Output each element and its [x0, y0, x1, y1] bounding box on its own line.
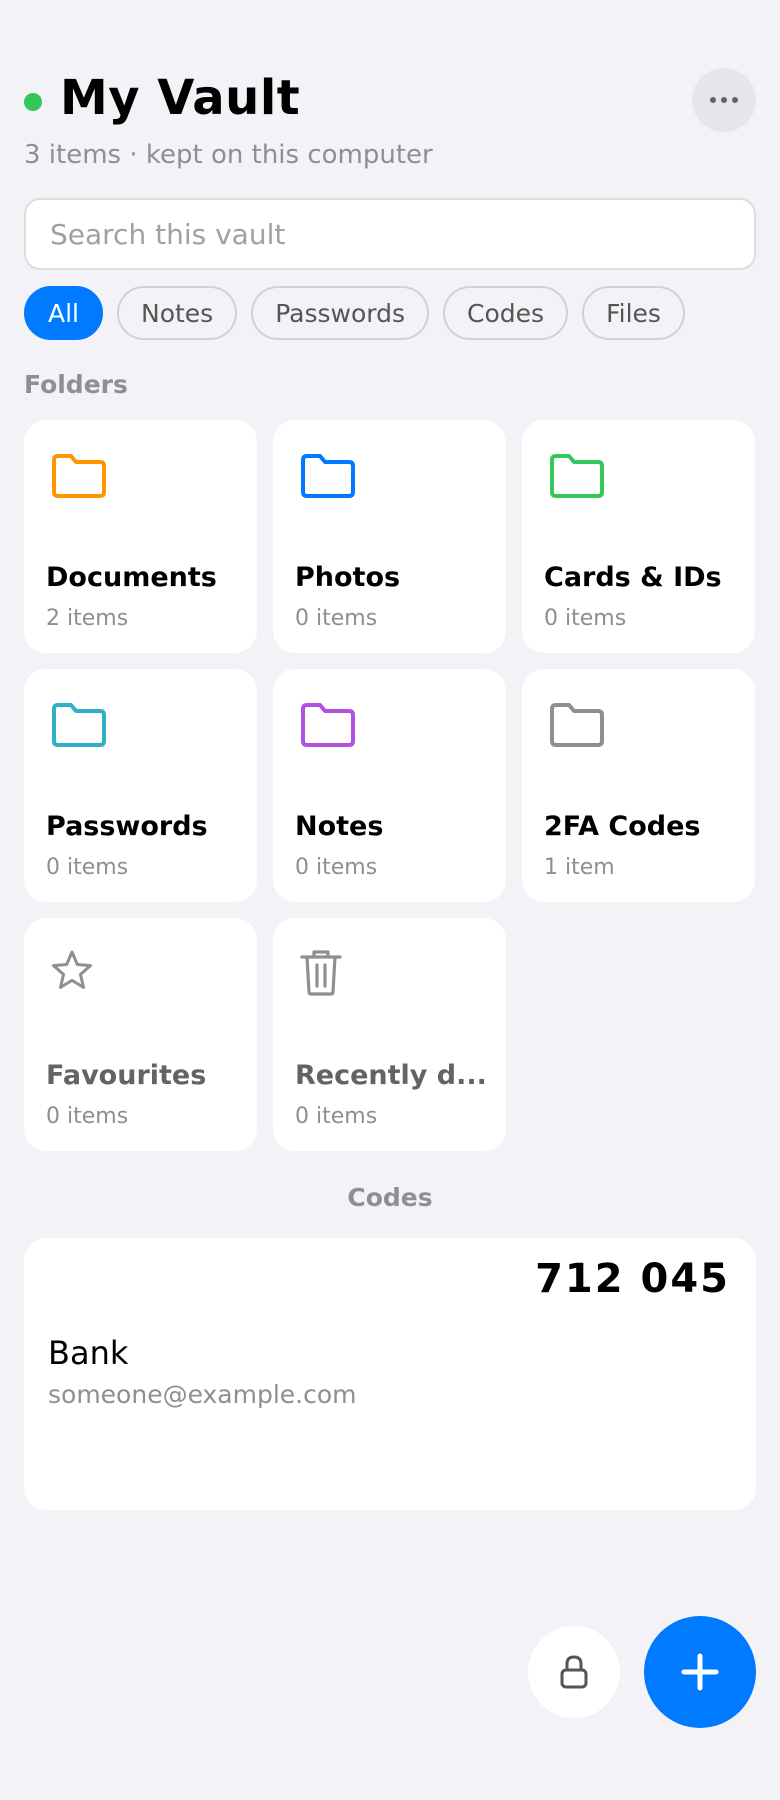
folder-count: 0 items — [295, 606, 378, 631]
filter-chip-passwords[interactable]: Passwords — [251, 286, 430, 340]
folder-count: 1 item — [544, 855, 615, 880]
folder-icon — [52, 454, 106, 498]
ellipsis-icon — [710, 97, 738, 103]
plus-icon — [681, 1653, 719, 1691]
vault-subtitle: 3 items · kept on this computer — [24, 140, 433, 170]
folder-name: Documents — [46, 562, 217, 593]
folder-icon — [301, 454, 355, 498]
code-service-name: Bank — [48, 1334, 129, 1372]
vault-header: My Vault — [24, 68, 756, 134]
status-dot — [24, 93, 42, 111]
folder-card-photos[interactable]: Photos 0 items — [273, 420, 506, 653]
code-account: someone@example.com — [48, 1380, 357, 1409]
codes-heading: Codes — [347, 1183, 433, 1212]
otp-code[interactable]: 712 045 — [535, 1256, 730, 1302]
folder-card-cards-ids[interactable]: Cards & IDs 0 items — [522, 420, 755, 653]
folder-card-2fa-codes[interactable]: 2FA Codes 1 item — [522, 669, 755, 902]
folder-count: 0 items — [295, 855, 378, 880]
folder-name: Passwords — [46, 811, 208, 842]
folder-icon — [52, 703, 106, 747]
filter-chip-all[interactable]: All — [24, 286, 103, 340]
code-card-bank[interactable]: 712 045 Bank someone@example.com — [24, 1238, 756, 1510]
folder-card-documents[interactable]: Documents 2 items — [24, 420, 257, 653]
folder-name: Notes — [295, 811, 384, 842]
folder-count: 0 items — [544, 606, 627, 631]
folder-card-passwords[interactable]: Passwords 0 items — [24, 669, 257, 902]
folder-count: 2 items — [46, 606, 129, 631]
search-input[interactable] — [24, 198, 756, 270]
folder-icon — [550, 703, 604, 747]
folder-icon — [301, 703, 355, 747]
folder-card-recently-deleted[interactable]: Recently d... 0 items — [273, 918, 506, 1151]
filter-chip-notes[interactable]: Notes — [117, 286, 238, 340]
more-button[interactable] — [692, 68, 756, 132]
folder-name: Favourites — [46, 1060, 207, 1091]
folder-count: 0 items — [46, 1104, 129, 1129]
folder-grid: Documents 2 items Photos 0 items Cards &… — [24, 420, 756, 1151]
lock-button[interactable] — [528, 1626, 620, 1718]
folder-count: 0 items — [46, 855, 129, 880]
folder-name: Photos — [295, 562, 401, 593]
folder-name: Recently d... — [295, 1060, 487, 1091]
star-icon — [52, 950, 92, 989]
folder-icon — [550, 454, 604, 498]
add-item-button[interactable] — [644, 1616, 756, 1728]
trash-icon — [300, 950, 342, 996]
folder-name: Cards & IDs — [544, 562, 722, 593]
folder-count: 0 items — [295, 1104, 378, 1129]
folders-heading: Folders — [24, 370, 128, 399]
lock-icon — [560, 1655, 588, 1689]
page-title: My Vault — [60, 70, 301, 126]
folder-card-favourites[interactable]: Favourites 0 items — [24, 918, 257, 1151]
folder-name: 2FA Codes — [544, 811, 701, 842]
filter-chips: All Notes Passwords Codes Files — [24, 286, 685, 340]
folder-card-notes[interactable]: Notes 0 items — [273, 669, 506, 902]
filter-chip-files[interactable]: Files — [582, 286, 685, 340]
filter-chip-codes[interactable]: Codes — [443, 286, 569, 340]
